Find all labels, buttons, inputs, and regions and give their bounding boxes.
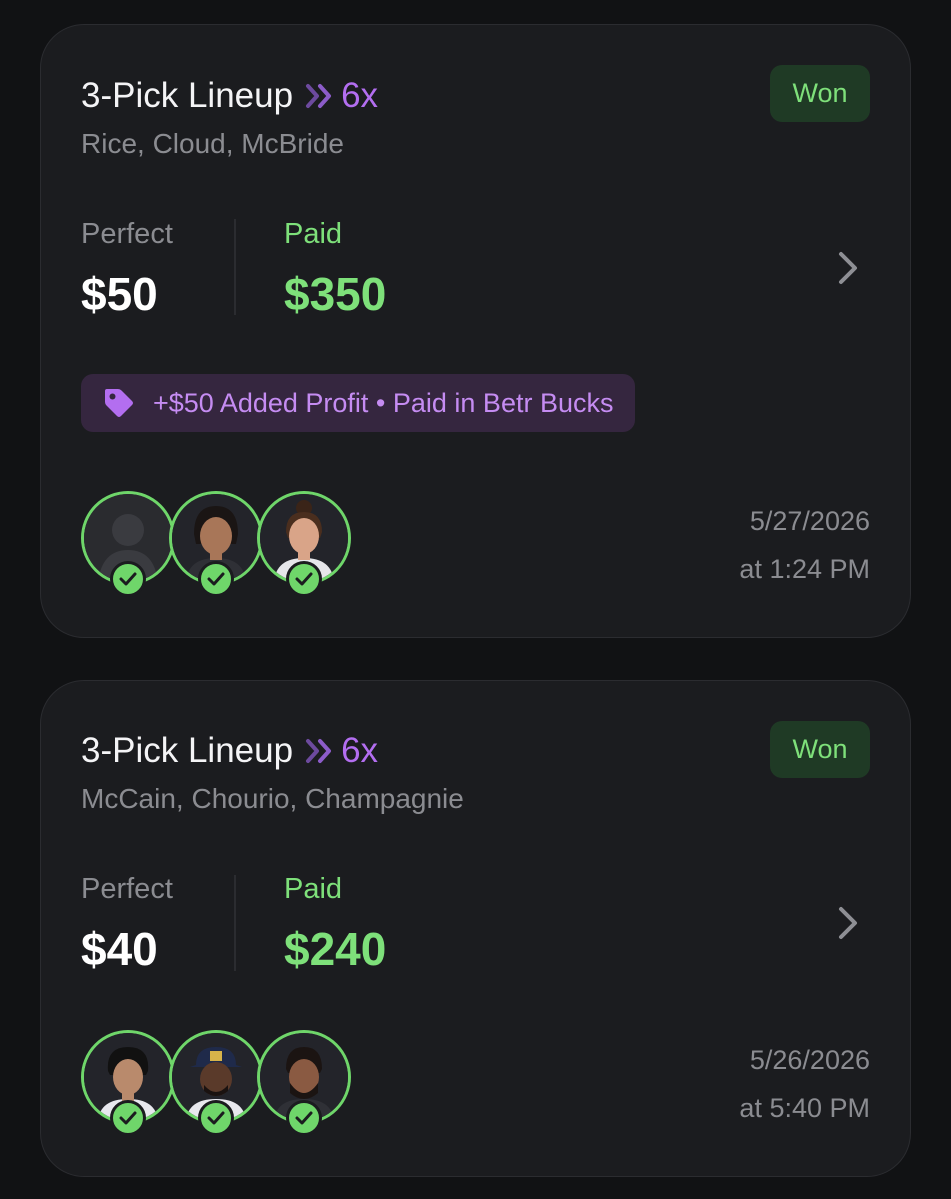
checkmark-icon (110, 1100, 146, 1136)
payout-multiplier: 6x (341, 731, 379, 770)
checkmark-icon (198, 1100, 234, 1136)
stat-divider (234, 875, 236, 971)
perfect-value: $40 (81, 923, 158, 975)
perfect-label: Perfect (81, 218, 173, 250)
checkmark-icon (110, 561, 146, 597)
paid-label: Paid (284, 218, 343, 250)
lineup-timestamp: 5/26/2026 at 5:40 PM (739, 1036, 870, 1132)
checkmark-icon (286, 1100, 322, 1136)
paid-label: Paid (284, 873, 343, 905)
lineup-timestamp: 5/27/2026 at 1:24 PM (739, 497, 870, 593)
added-profit-text: +$50 Added Profit • Paid in Betr Bucks (153, 387, 614, 418)
lineup-title-row: 3-Pick Lineup 6x (81, 729, 378, 773)
double-chevron-icon (305, 83, 333, 109)
checkmark-icon (198, 561, 234, 597)
lineup-date: 5/26/2026 (749, 1045, 870, 1075)
tag-icon (101, 385, 137, 421)
lineup-title: 3-Pick Lineup (81, 731, 294, 770)
lineup-time: at 5:40 PM (739, 1093, 870, 1123)
perfect-value: $50 (81, 268, 158, 320)
payout-multiplier: 6x (341, 76, 379, 115)
lineup-time: at 1:24 PM (739, 554, 870, 584)
double-chevron-icon (305, 738, 333, 764)
lineup-title: 3-Pick Lineup (81, 76, 294, 115)
lineup-title-row: 3-Pick Lineup 6x (81, 74, 378, 118)
lineup-card[interactable]: 3-Pick Lineup 6x McCain, Chourio, Champa… (40, 680, 911, 1177)
status-badge: Won (770, 65, 870, 122)
player-avatars (81, 491, 353, 597)
player-avatars (81, 1030, 353, 1136)
lineup-players: Rice, Cloud, McBride (81, 128, 344, 159)
perfect-label: Perfect (81, 873, 173, 905)
chevron-right-icon[interactable] (834, 248, 862, 288)
paid-value: $350 (284, 268, 387, 320)
status-badge: Won (770, 721, 870, 778)
stat-divider (234, 219, 236, 315)
checkmark-icon (286, 561, 322, 597)
added-profit-badge: +$50 Added Profit • Paid in Betr Bucks (81, 374, 636, 432)
lineup-players: McCain, Chourio, Champagnie (81, 783, 464, 814)
chevron-right-icon[interactable] (834, 903, 862, 943)
paid-value: $240 (284, 923, 387, 975)
lineup-card[interactable]: 3-Pick Lineup 6x Rice, Cloud, McBride Wo… (40, 24, 911, 638)
lineup-date: 5/27/2026 (749, 506, 870, 536)
